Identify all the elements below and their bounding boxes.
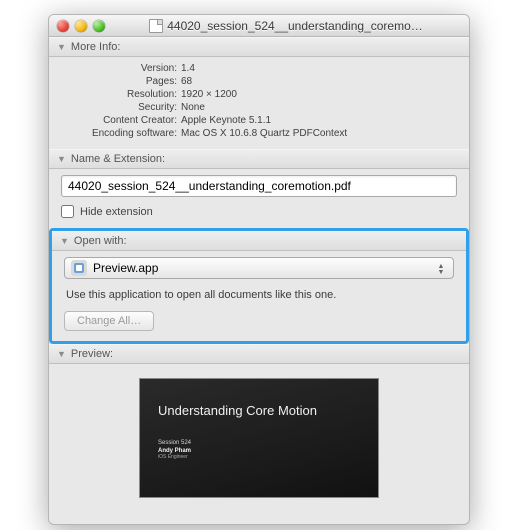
- zoom-icon[interactable]: [93, 20, 105, 32]
- minimize-icon[interactable]: [75, 20, 87, 32]
- section-open-with-header[interactable]: ▼ Open with:: [52, 231, 466, 251]
- disclosure-triangle-icon: ▼: [57, 154, 66, 164]
- section-label: Preview:: [71, 348, 113, 360]
- hide-extension-row[interactable]: Hide extension: [61, 205, 457, 218]
- info-key: Resolution:: [61, 89, 181, 100]
- slide-session: Session 524: [158, 440, 360, 446]
- info-key: Content Creator:: [61, 115, 181, 126]
- window-title-text: 44020_session_524__understanding_coremo…: [167, 19, 423, 33]
- slide-role: iOS Engineer: [158, 454, 360, 460]
- document-icon: [149, 19, 163, 33]
- section-name-ext-body: Hide extension: [49, 169, 469, 228]
- section-preview-header[interactable]: ▼ Preview:: [49, 344, 469, 364]
- info-table: Version: 1.4 Pages: 68 Resolution: 1920 …: [61, 63, 457, 139]
- close-icon[interactable]: [57, 20, 69, 32]
- window-titlebar: 44020_session_524__understanding_coremo…: [49, 15, 469, 37]
- info-value: Apple Keynote 5.1.1: [181, 115, 457, 126]
- info-key: Version:: [61, 63, 181, 74]
- info-value: 1.4: [181, 63, 457, 74]
- hide-extension-checkbox[interactable]: [61, 205, 74, 218]
- section-preview-body: Understanding Core Motion Session 524 An…: [49, 364, 469, 498]
- open-with-hint: Use this application to open all documen…: [66, 289, 452, 301]
- section-label: More Info:: [71, 41, 121, 53]
- filename-input[interactable]: [61, 175, 457, 197]
- section-label: Name & Extension:: [71, 153, 165, 165]
- section-more-info-header[interactable]: ▼ More Info:: [49, 37, 469, 57]
- disclosure-triangle-icon: ▼: [60, 236, 69, 246]
- combo-arrows-icon: ▲▼: [433, 261, 449, 277]
- info-key: Pages:: [61, 76, 181, 87]
- open-with-combo[interactable]: Preview.app ▲▼: [64, 257, 454, 279]
- window-title: 44020_session_524__understanding_coremo…: [111, 19, 461, 33]
- slide-title: Understanding Core Motion: [158, 403, 360, 418]
- disclosure-triangle-icon: ▼: [57, 42, 66, 52]
- change-all-button[interactable]: Change All…: [64, 311, 154, 331]
- open-with-highlight: ▼ Open with: Preview.app ▲▼ Use this app…: [49, 228, 469, 344]
- info-value: Mac OS X 10.6.8 Quartz PDFContext: [181, 128, 457, 139]
- section-name-ext-header[interactable]: ▼ Name & Extension:: [49, 149, 469, 169]
- info-key: Security:: [61, 102, 181, 113]
- info-key: Encoding software:: [61, 128, 181, 139]
- disclosure-triangle-icon: ▼: [57, 349, 66, 359]
- section-more-info-body: Version: 1.4 Pages: 68 Resolution: 1920 …: [49, 57, 469, 149]
- info-value: 68: [181, 76, 457, 87]
- info-window: 44020_session_524__understanding_coremo……: [48, 14, 470, 525]
- info-value: None: [181, 102, 457, 113]
- open-with-app-label: Preview.app: [93, 261, 158, 275]
- info-value: 1920 × 1200: [181, 89, 457, 100]
- section-label: Open with:: [74, 235, 127, 247]
- hide-extension-label: Hide extension: [80, 206, 153, 218]
- preview-thumbnail: Understanding Core Motion Session 524 An…: [139, 378, 379, 498]
- section-open-with-body: Preview.app ▲▼ Use this application to o…: [52, 251, 466, 341]
- preview-app-icon: [71, 260, 87, 276]
